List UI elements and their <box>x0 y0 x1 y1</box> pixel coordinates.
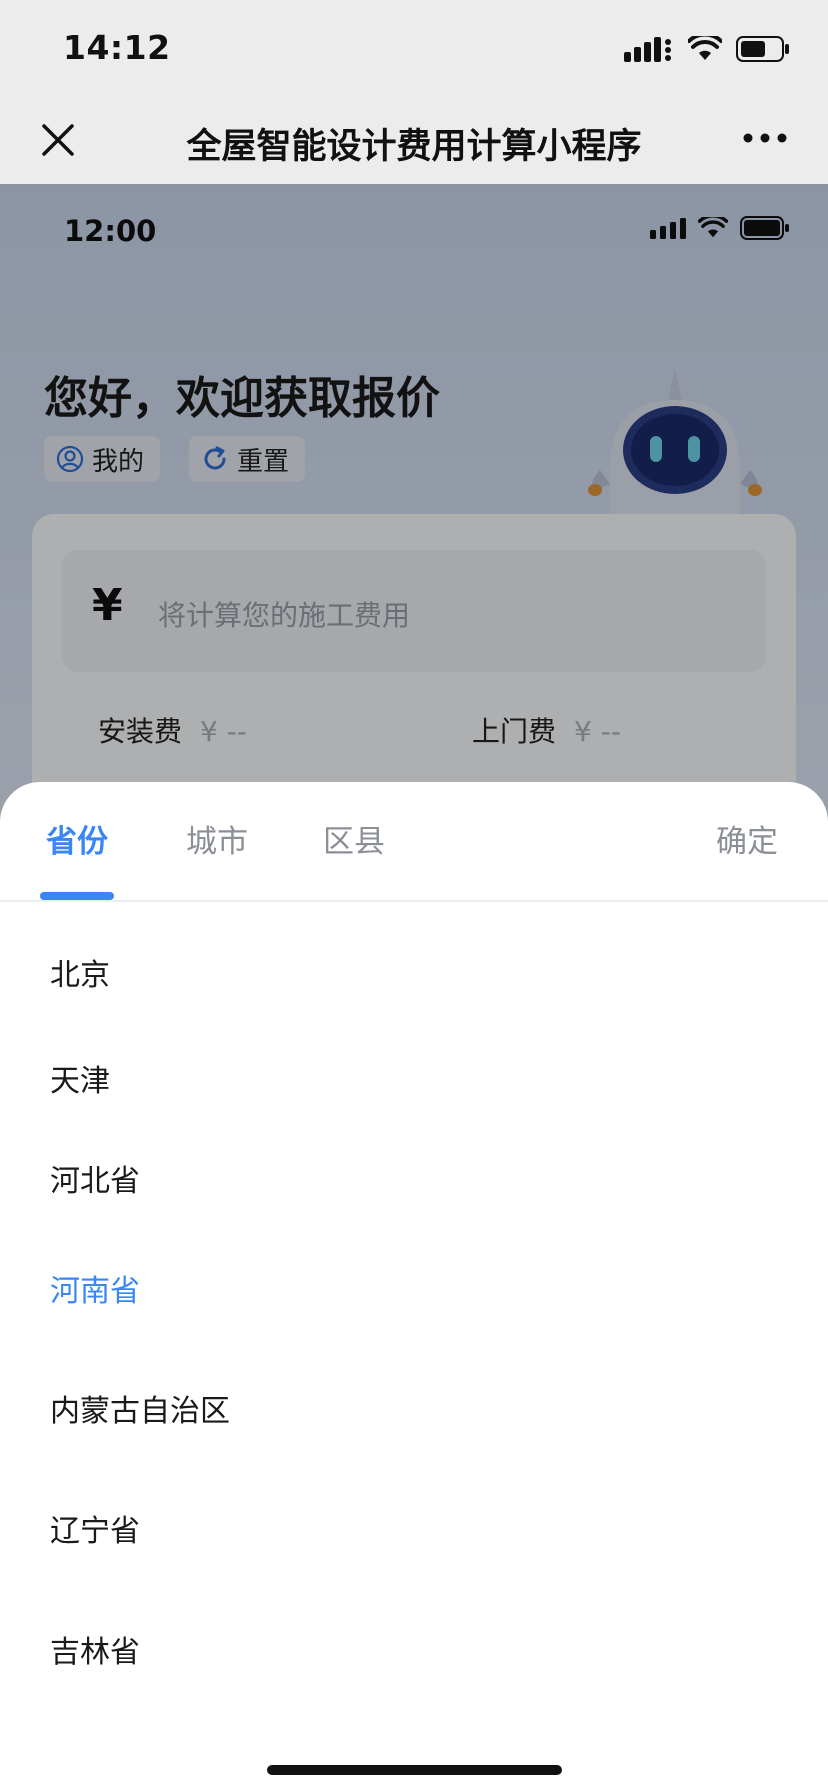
more-icon[interactable] <box>740 116 790 160</box>
confirm-button[interactable]: 确定 <box>716 816 778 861</box>
home-indicator <box>267 1765 562 1775</box>
cellular-signal-icon <box>624 37 671 62</box>
picker-tabs: 省份 城市 区县 确定 <box>0 782 828 902</box>
province-item-selected[interactable]: 河南省 <box>50 1266 140 1310</box>
province-item[interactable]: 河北省 <box>50 1156 140 1200</box>
tab-district[interactable]: 区县 <box>323 816 385 861</box>
battery-icon <box>736 36 789 62</box>
province-item[interactable]: 天津 <box>50 1056 110 1100</box>
miniprogram-navbar: 全屋智能设计费用计算小程序 <box>0 96 828 184</box>
wifi-icon <box>688 36 722 60</box>
tab-province[interactable]: 省份 <box>46 816 108 861</box>
system-status-bar: 14:12 <box>0 0 828 96</box>
active-tab-indicator <box>40 892 114 900</box>
province-item[interactable]: 吉林省 <box>50 1627 140 1671</box>
province-item[interactable]: 内蒙古自治区 <box>50 1386 230 1430</box>
status-time: 14:12 <box>63 28 171 67</box>
page-title: 全屋智能设计费用计算小程序 <box>186 127 642 167</box>
status-icons <box>624 34 790 64</box>
province-item[interactable]: 北京 <box>50 950 110 994</box>
province-item[interactable]: 辽宁省 <box>50 1506 140 1550</box>
region-picker-sheet: 省份 城市 区县 确定 北京 天津 河北省 河南省 内蒙古自治区 辽宁省 吉林省 <box>0 782 828 1792</box>
tab-city[interactable]: 城市 <box>186 816 248 861</box>
